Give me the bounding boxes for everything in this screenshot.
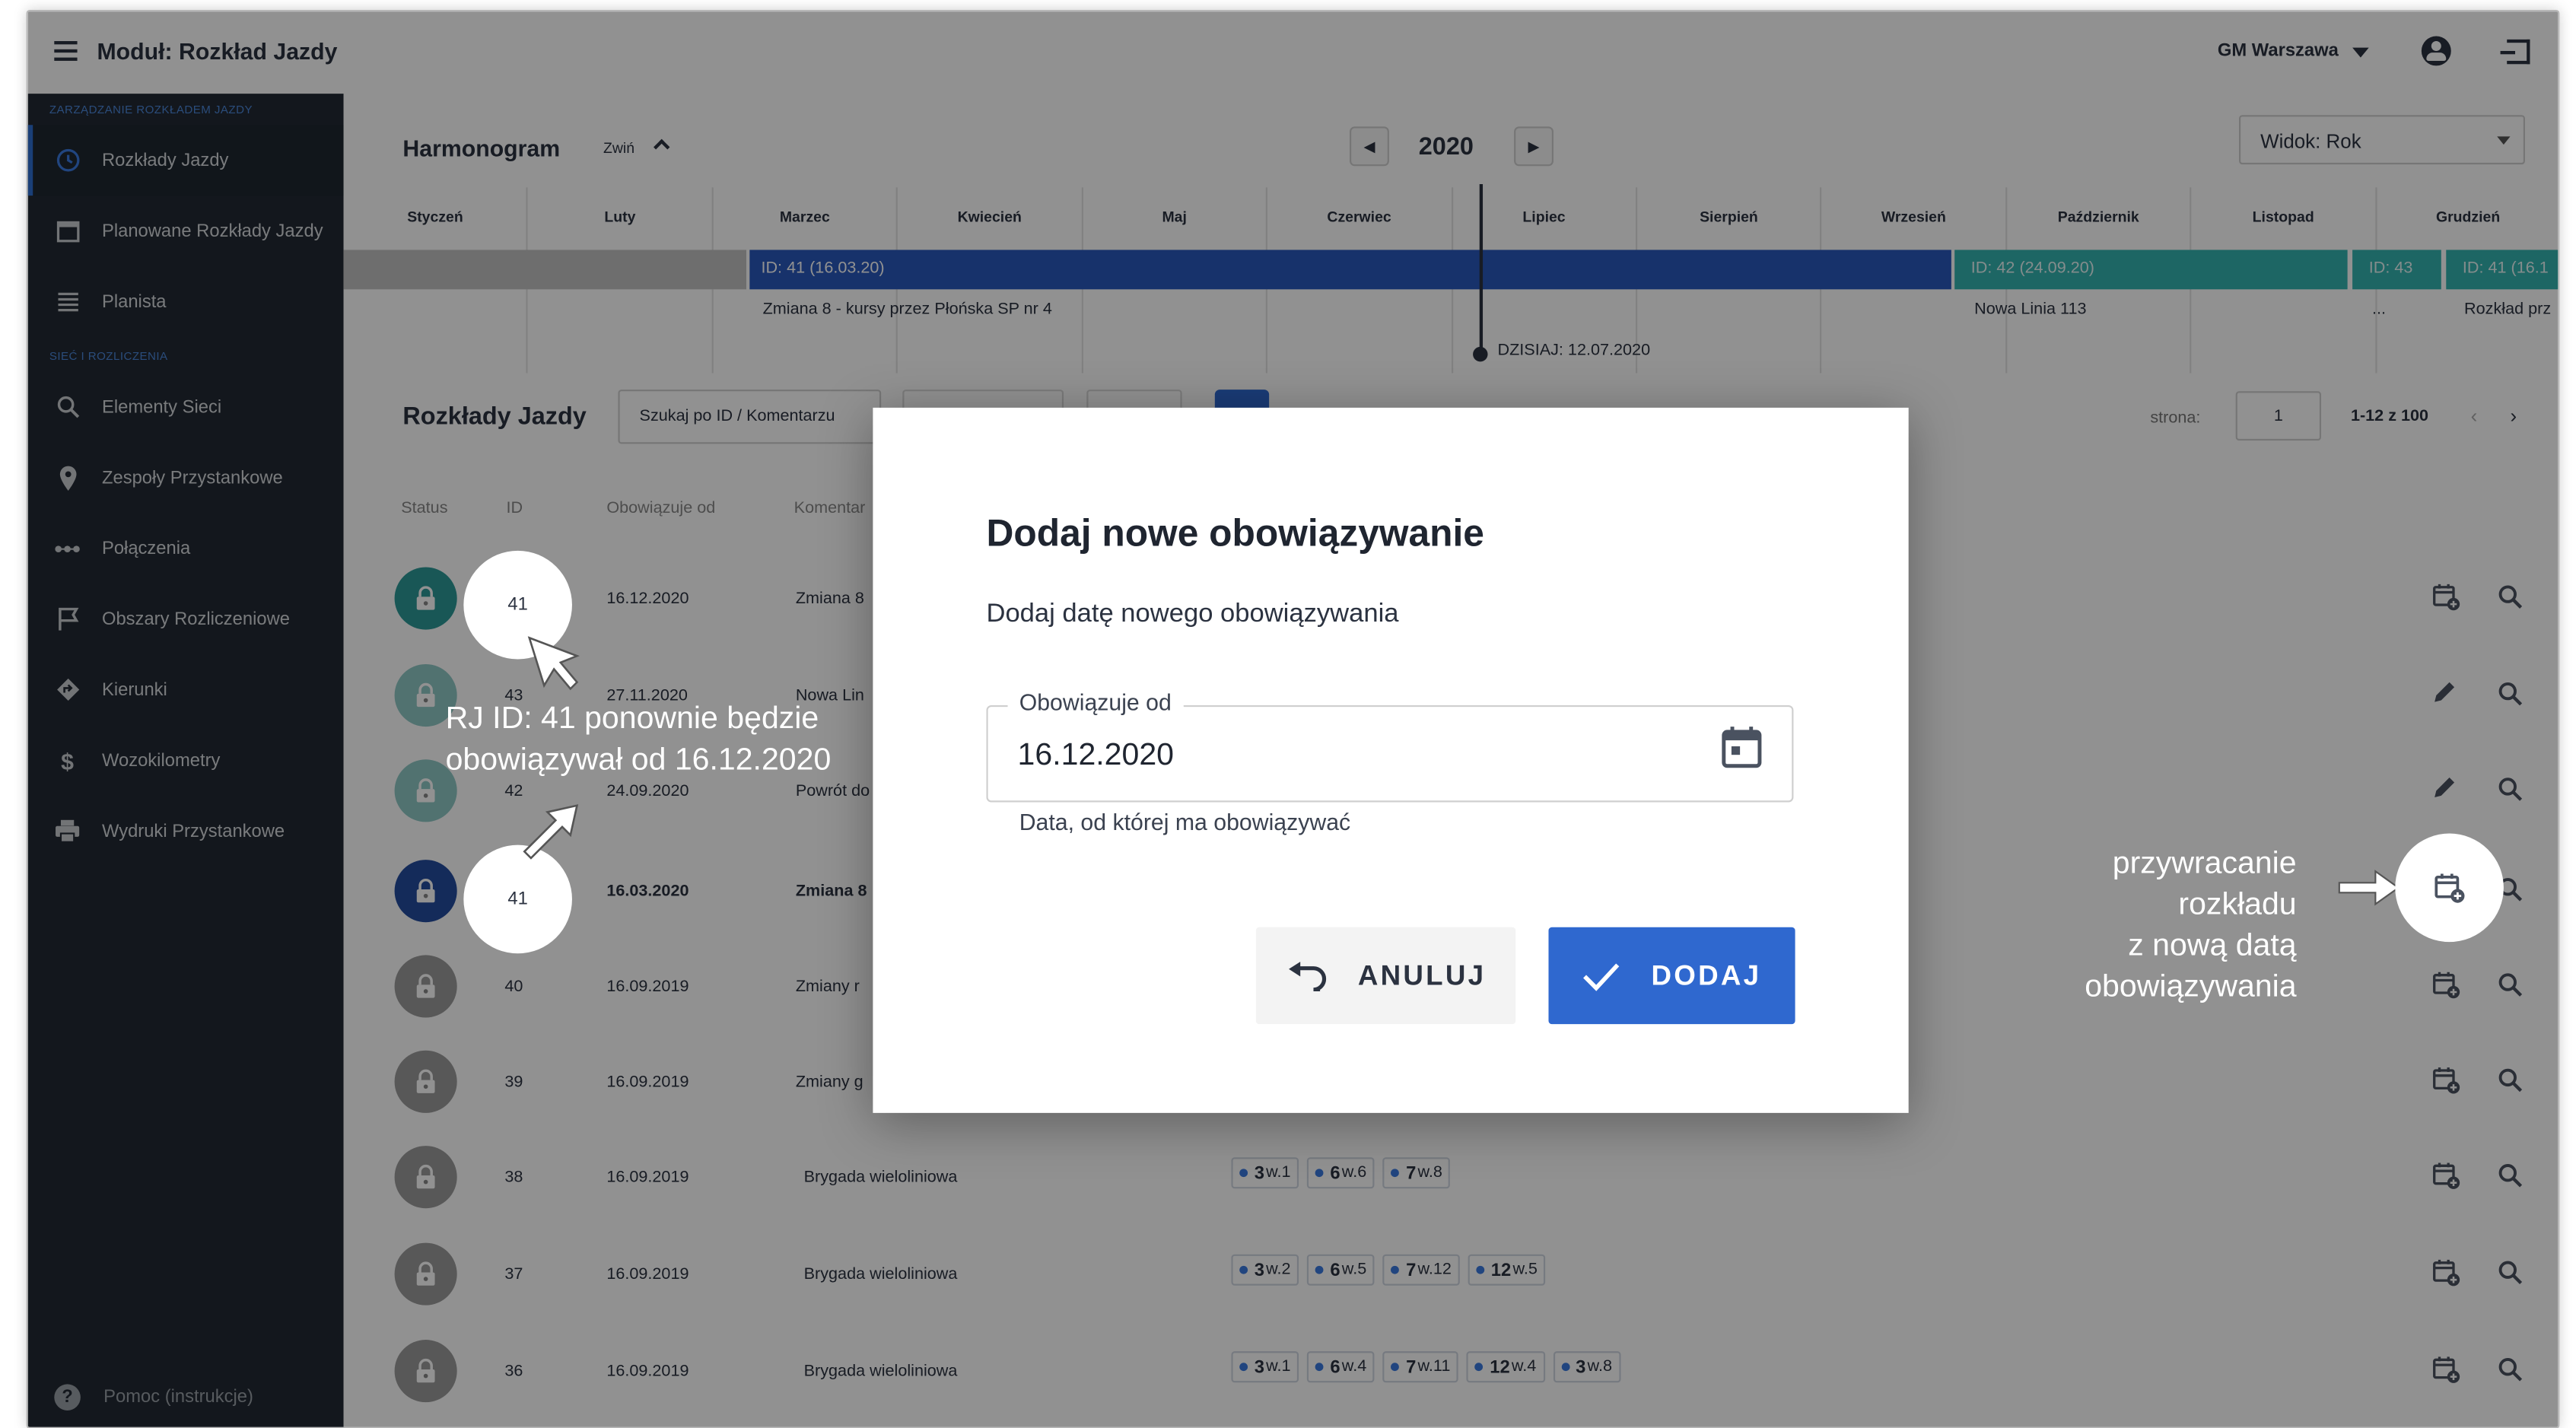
app-window: Moduł: Rozkład Jazdy GM Warszawa ZARZĄDZ…: [26, 9, 2560, 1428]
annotation-line: przywracanie: [2112, 846, 2297, 882]
annotation-arrow-right-icon: [2338, 870, 2400, 906]
annotation-arrow-icon: [523, 804, 579, 860]
annotation-line: rozkładu: [2178, 887, 2297, 923]
annotation-left: RJ ID: 41 ponownie będzie obowiązywał od…: [446, 698, 832, 781]
add-validity-dialog: Dodaj nowe obowiązywanie Dodaj datę nowe…: [873, 407, 1909, 1113]
date-field-helper: Data, od której ma obowiązywać: [1019, 809, 1351, 835]
annotation-right: przywracanie rozkładu z nową datą obowią…: [2001, 843, 2297, 1007]
annotation-line: RJ ID: 41 ponownie będzie: [445, 701, 819, 737]
calendar-icon[interactable]: [1721, 725, 1762, 769]
highlight-circle-restore-action: [2395, 833, 2504, 943]
calendar-add-icon[interactable]: [2433, 871, 2466, 904]
annotation-line: obowiązywania: [2085, 969, 2297, 1005]
check-icon: [1584, 962, 1620, 991]
date-input[interactable]: [1017, 738, 1643, 774]
annotation-line: obowiązywał od 16.12.2020: [445, 743, 832, 778]
date-field-label: Obowiązuje od: [1007, 689, 1183, 715]
annotation-line: z nową datą: [2128, 928, 2297, 964]
undo-icon: [1289, 960, 1327, 991]
dialog-title: Dodaj nowe obowiązywanie: [986, 511, 1484, 555]
cancel-label: ANULUJ: [1357, 959, 1487, 991]
add-label: DODAJ: [1651, 959, 1762, 991]
dialog-subtitle: Dodaj datę nowego obowiązywania: [986, 600, 1399, 628]
cancel-button[interactable]: ANULUJ: [1255, 927, 1516, 1025]
cursor-arrow-icon: [527, 636, 580, 691]
add-button[interactable]: DODAJ: [1548, 927, 1795, 1025]
